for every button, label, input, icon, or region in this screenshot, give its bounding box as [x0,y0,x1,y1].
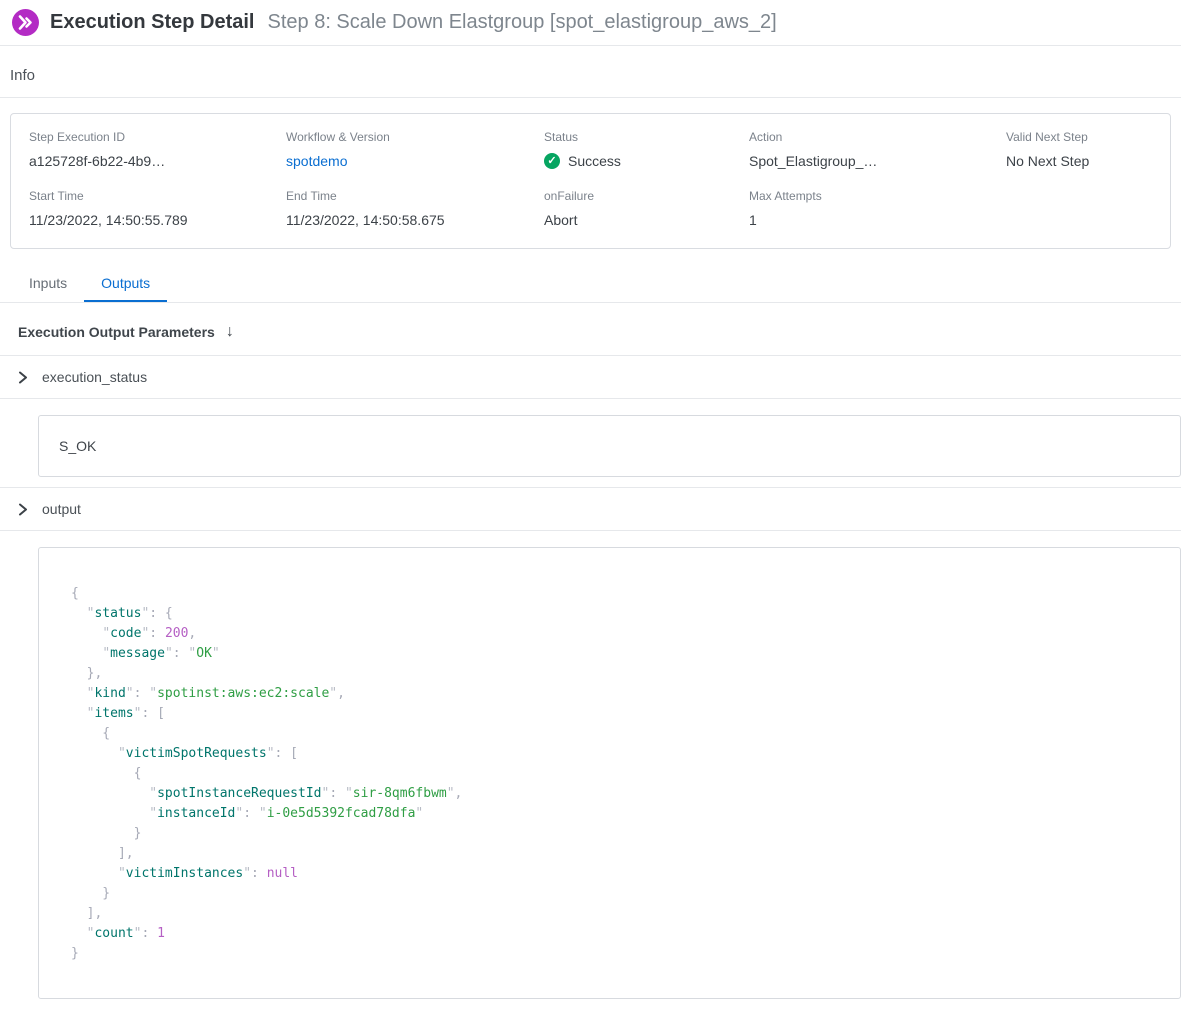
collapse-all-arrow-icon[interactable]: ↓ [226,324,234,340]
field-value: 11/23/2022, 14:50:55.789 [29,212,286,228]
output-value-wrap: { "status": { "code": 200, "message": "O… [0,531,1181,1009]
field-action: Action Spot_Elastigroup_… [749,130,1006,169]
field-value: Spot_Elastigroup_… [749,153,1006,169]
field-value: 1 [749,212,1006,228]
field-label: Valid Next Step [1006,130,1152,144]
output-json-viewer: { "status": { "code": 200, "message": "O… [38,547,1181,999]
chevron-right-icon [18,371,28,384]
field-value: 11/23/2022, 14:50:58.675 [286,212,544,228]
page-header: Execution Step Detail Step 8: Scale Down… [0,0,1181,46]
field-max-attempts: Max Attempts 1 [749,189,1006,228]
inputs-outputs-tabbar: Inputs Outputs [0,265,1181,303]
output-parameters-header: Execution Output Parameters ↓ [0,303,1181,356]
status-text: Success [568,153,621,169]
tab-outputs[interactable]: Outputs [84,265,167,302]
step-info-card: Step Execution ID a125728f-6b22-4b9… Wor… [10,113,1171,249]
field-valid-next-step: Valid Next Step No Next Step [1006,130,1152,169]
field-onfailure: onFailure Abort [544,189,749,228]
tab-inputs[interactable]: Inputs [12,265,84,302]
field-status: Status ✓ Success [544,130,749,169]
status-badge: ✓ Success [544,153,749,169]
workflow-link[interactable]: spotdemo [286,153,544,169]
info-section-heading: Info [10,67,1171,97]
field-workflow-version: Workflow & Version spotdemo [286,130,544,169]
field-label: Step Execution ID [29,130,286,144]
field-start-time: Start Time 11/23/2022, 14:50:55.789 [29,189,286,228]
field-label: onFailure [544,189,749,203]
param-name: execution_status [42,369,147,385]
page-title: Execution Step Detail [50,11,255,34]
execution-status-value-wrap: S_OK [0,399,1181,488]
field-label: Workflow & Version [286,130,544,144]
field-value: No Next Step [1006,153,1152,169]
app-logo-icon [12,9,39,36]
output-parameters-title: Execution Output Parameters [18,324,215,340]
param-row-output[interactable]: output [0,488,1181,531]
field-step-execution-id: Step Execution ID a125728f-6b22-4b9… [29,130,286,169]
execution-status-value: S_OK [38,415,1181,477]
chevron-right-icon [18,503,28,516]
field-label: Max Attempts [749,189,1006,203]
param-row-execution-status[interactable]: execution_status [0,356,1181,399]
field-label: Start Time [29,189,286,203]
field-label: Action [749,130,1006,144]
field-value: Abort [544,212,749,228]
field-label: Status [544,130,749,144]
param-name: output [42,501,81,517]
field-end-time: End Time 11/23/2022, 14:50:58.675 [286,189,544,228]
field-value: a125728f-6b22-4b9… [29,153,286,169]
field-label: End Time [286,189,544,203]
info-divider [0,97,1181,98]
step-subtitle: Step 8: Scale Down Elastgroup [spot_elas… [268,11,777,34]
success-check-icon: ✓ [544,153,560,169]
